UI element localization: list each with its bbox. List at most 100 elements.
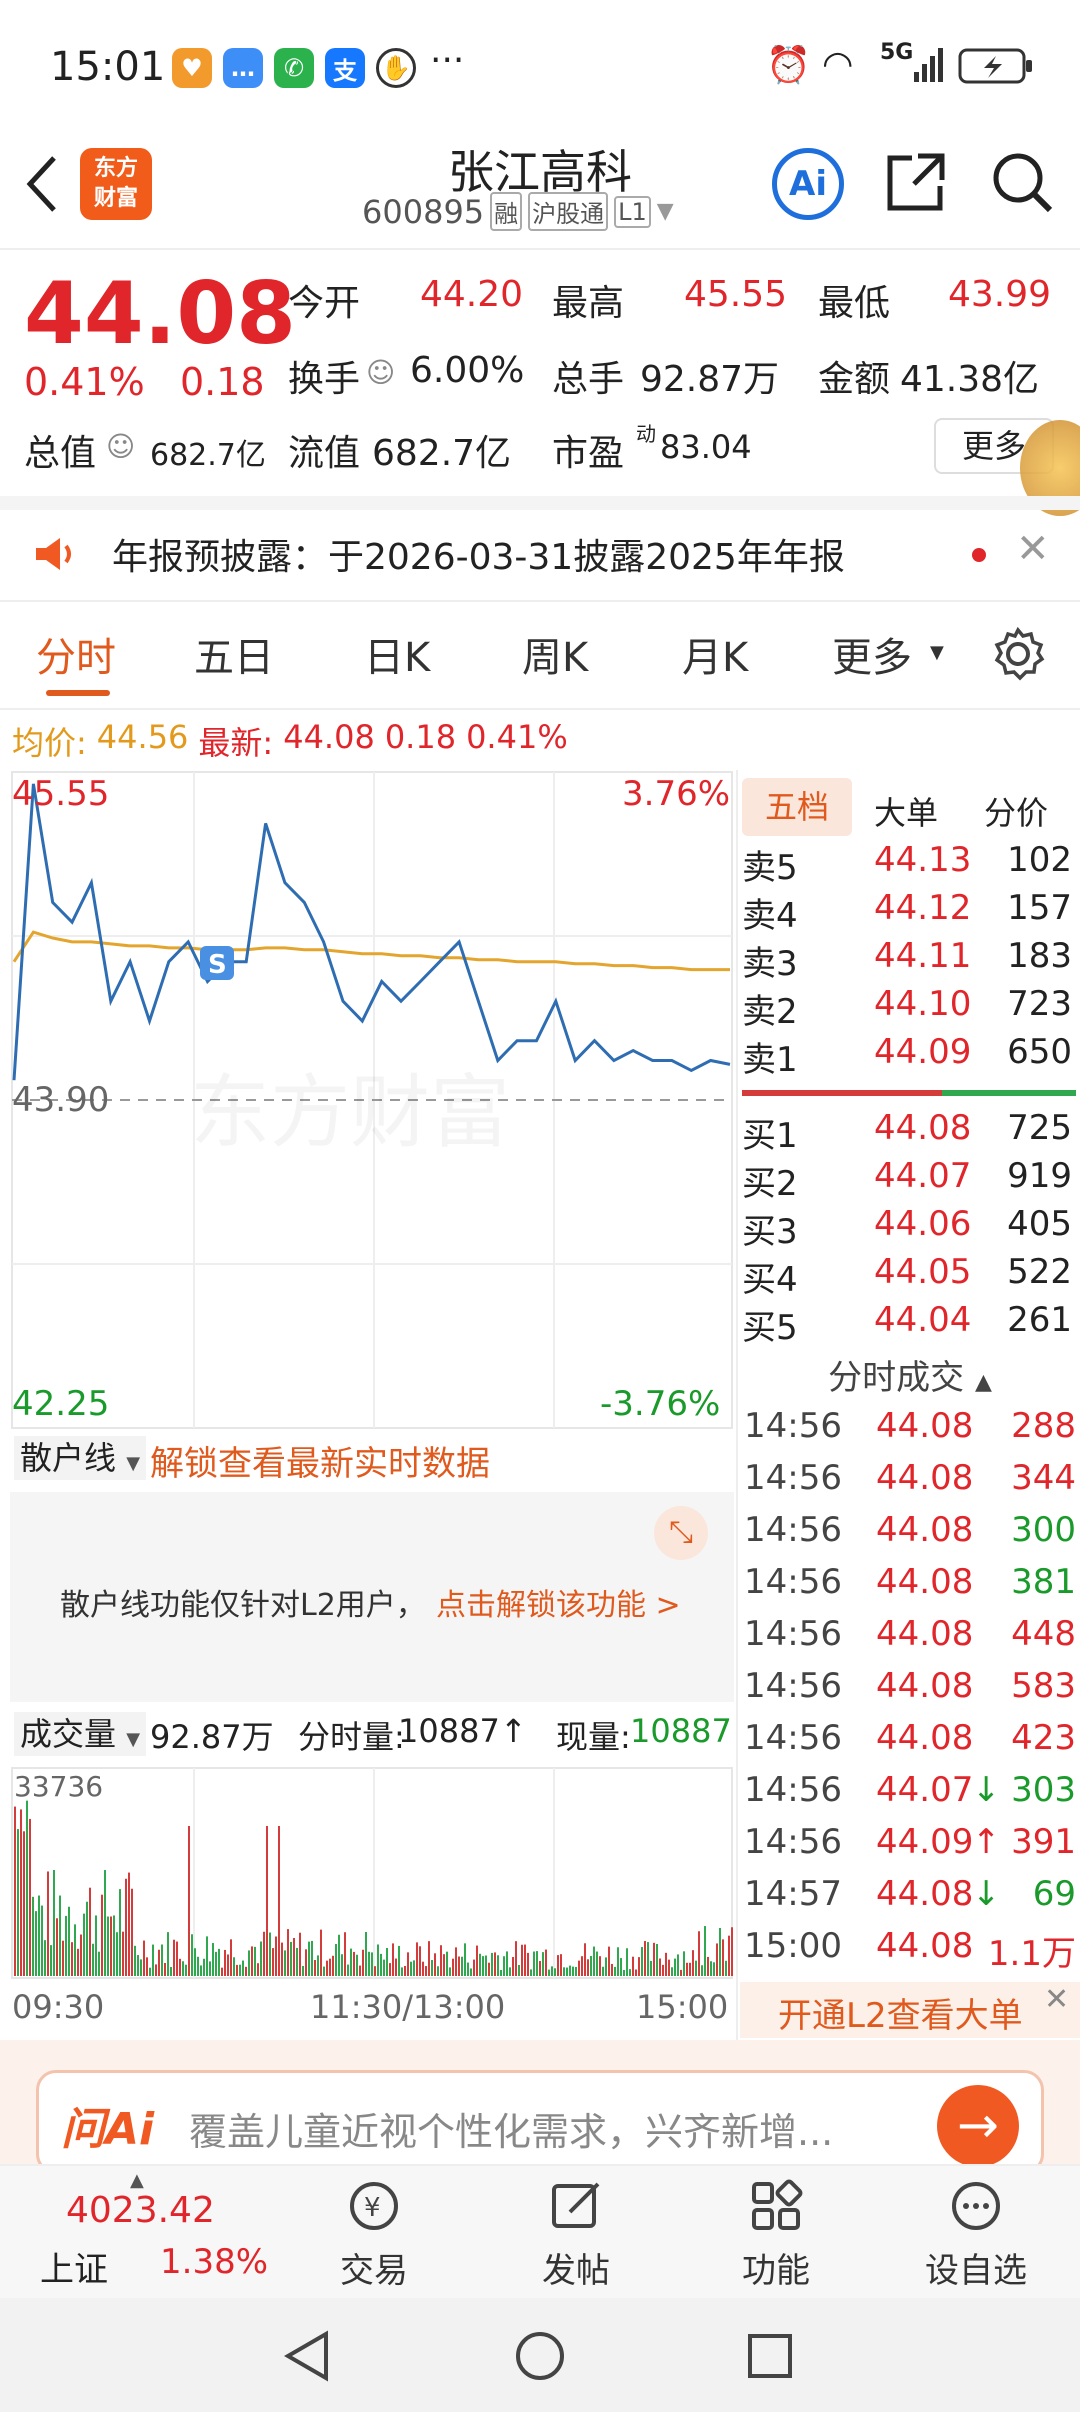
expand-icon[interactable]: ⤡ — [654, 1506, 708, 1560]
ask-volume: 102 — [1007, 840, 1072, 880]
edit-icon — [552, 2182, 600, 2228]
recent-apps-icon[interactable] — [742, 2328, 798, 2384]
gear-icon[interactable] — [990, 626, 1046, 682]
volume-bar — [575, 1966, 577, 1976]
nav-watchlist[interactable]: 设自选 — [876, 2178, 1076, 2292]
unread-dot — [972, 548, 986, 562]
tab-weekly-k[interactable]: 周K — [522, 625, 588, 683]
nav-trade[interactable]: ¥ 交易 — [274, 2178, 474, 2292]
retail-line-dropdown[interactable]: 散户线 ▼ — [14, 1436, 147, 1480]
info-icon[interactable]: ☺ — [106, 430, 135, 463]
volume-bar — [326, 1960, 328, 1976]
bid-row[interactable]: 买5 44.04 261 — [740, 1300, 1080, 1348]
volume-bar — [41, 1905, 43, 1976]
tab-orderbook[interactable]: 五档 — [742, 778, 852, 836]
volume-bar — [344, 1932, 346, 1976]
tab-daily-k[interactable]: 日K — [364, 625, 430, 683]
volume-bar — [377, 1944, 379, 1976]
ai-search-bar[interactable]: 问Ai 覆盖儿童近视个性化需求，兴齐新增... → — [36, 2070, 1044, 2174]
l2-banner[interactable]: 开通L2查看大单 ✕ — [740, 1982, 1080, 2038]
trades-title[interactable]: 分时成交 ▲ — [740, 1350, 1080, 1399]
close-icon[interactable]: ✕ — [1016, 526, 1050, 572]
back-icon[interactable] — [22, 154, 62, 214]
search-icon[interactable] — [990, 150, 1054, 214]
now-volume-label: 现量: — [556, 1718, 631, 1756]
bid-row[interactable]: 买1 44.08 725 — [740, 1108, 1080, 1156]
volume-bar — [170, 1967, 172, 1976]
tab-price-dist[interactable]: 分价 — [984, 788, 1048, 834]
bid-price: 44.06 — [874, 1204, 972, 1244]
tab-5day[interactable]: 五日 — [194, 625, 274, 683]
trade-volume: 423 — [1011, 1718, 1076, 1758]
volume-bar — [617, 1947, 619, 1976]
volume-bar — [290, 1941, 292, 1976]
ask-row[interactable]: 卖5 44.13 102 — [740, 840, 1080, 888]
battery-icon — [958, 48, 1032, 84]
home-circle-icon[interactable] — [512, 2328, 568, 2384]
volume-bar — [230, 1939, 232, 1976]
volume-bar — [308, 1941, 310, 1976]
bid-row[interactable]: 买3 44.06 405 — [740, 1204, 1080, 1252]
volume-bar — [302, 1965, 304, 1976]
marker-s[interactable]: S — [200, 946, 234, 980]
close-icon[interactable]: ✕ — [1044, 1982, 1069, 2017]
info-icon[interactable]: ☺ — [366, 356, 395, 389]
ask-row[interactable]: 卖1 44.09 650 — [740, 1032, 1080, 1080]
ask-row[interactable]: 卖2 44.10 723 — [740, 984, 1080, 1032]
volume-bar — [509, 1967, 511, 1976]
trade-row: 14:56 44.08 288 — [740, 1406, 1080, 1458]
volume-bar — [407, 1952, 409, 1976]
tab-intraday[interactable]: 分时 — [36, 625, 116, 683]
volume-bar — [20, 1809, 22, 1976]
unlock-link[interactable]: 解锁查看最新实时数据 — [150, 1436, 490, 1485]
volume-bar — [17, 1829, 19, 1976]
volume-bar — [134, 1945, 136, 1976]
ask-volume: 723 — [1007, 984, 1072, 1024]
tab-monthly-k[interactable]: 月K — [682, 625, 748, 683]
volume-bar — [182, 1961, 184, 1976]
ai-search-input[interactable]: 覆盖儿童近视个性化需求，兴齐新增... — [189, 2101, 833, 2156]
volume-bar — [347, 1964, 349, 1976]
volume-bar — [608, 1946, 610, 1976]
tab-big-orders[interactable]: 大单 — [874, 788, 938, 834]
index-value[interactable]: 4023.42 — [66, 2190, 215, 2231]
volume-chart[interactable] — [10, 1766, 734, 1980]
volume-bar — [77, 1948, 79, 1976]
volume-bar — [404, 1965, 406, 1976]
chevron-down-icon[interactable]: ▼ — [657, 199, 674, 224]
volume-bar — [488, 1962, 490, 1976]
volume-bar — [161, 1944, 163, 1976]
volume-dropdown[interactable]: 成交量 ▼ — [14, 1712, 147, 1756]
volume-label: 总手 — [552, 359, 625, 400]
trade-row: 14:57 44.08 ↓ 69 — [740, 1874, 1080, 1926]
volume-bar — [107, 1916, 109, 1976]
l2-link[interactable]: 开通L2查看大单 — [778, 1988, 1023, 2037]
bid-row[interactable]: 买2 44.07 919 — [740, 1156, 1080, 1204]
ask-row[interactable]: 卖3 44.11 183 — [740, 936, 1080, 984]
bid-volume: 522 — [1007, 1252, 1072, 1292]
share-icon[interactable] — [884, 150, 948, 214]
nav-post[interactable]: 发帖 — [476, 2178, 676, 2292]
arrow-right-icon[interactable]: → — [937, 2085, 1019, 2167]
retail-info-link[interactable]: 点击解锁该功能 > — [436, 1580, 681, 1624]
tab-more[interactable]: 更多 — [832, 625, 912, 683]
volume-bar — [14, 1806, 16, 1976]
trade-time: 14:56 — [744, 1718, 842, 1758]
back-triangle-icon[interactable] — [282, 2328, 332, 2384]
badge-hgt: 沪股通 — [528, 192, 609, 231]
ask-row[interactable]: 卖4 44.12 157 — [740, 888, 1080, 936]
intraday-chart[interactable]: 东方财富 S — [10, 770, 734, 1430]
ai-assistant-button[interactable]: Ai — [772, 148, 844, 220]
volume-bar — [317, 1955, 319, 1976]
volume-bar — [116, 1932, 118, 1976]
volume-bar — [410, 1961, 412, 1976]
ask-volume: 650 — [1007, 1032, 1072, 1072]
notice-bar[interactable]: 年报预披露：于2026-03-31披露2025年年报 ✕ — [0, 510, 1080, 600]
volume-bar — [434, 1953, 436, 1976]
volume-bar — [362, 1949, 364, 1976]
bid-row[interactable]: 买4 44.05 522 — [740, 1252, 1080, 1300]
trade-volume: 288 — [1011, 1406, 1076, 1446]
volume-bar — [644, 1941, 646, 1976]
volume-bar — [485, 1955, 487, 1976]
nav-functions[interactable]: 功能 — [676, 2178, 876, 2292]
